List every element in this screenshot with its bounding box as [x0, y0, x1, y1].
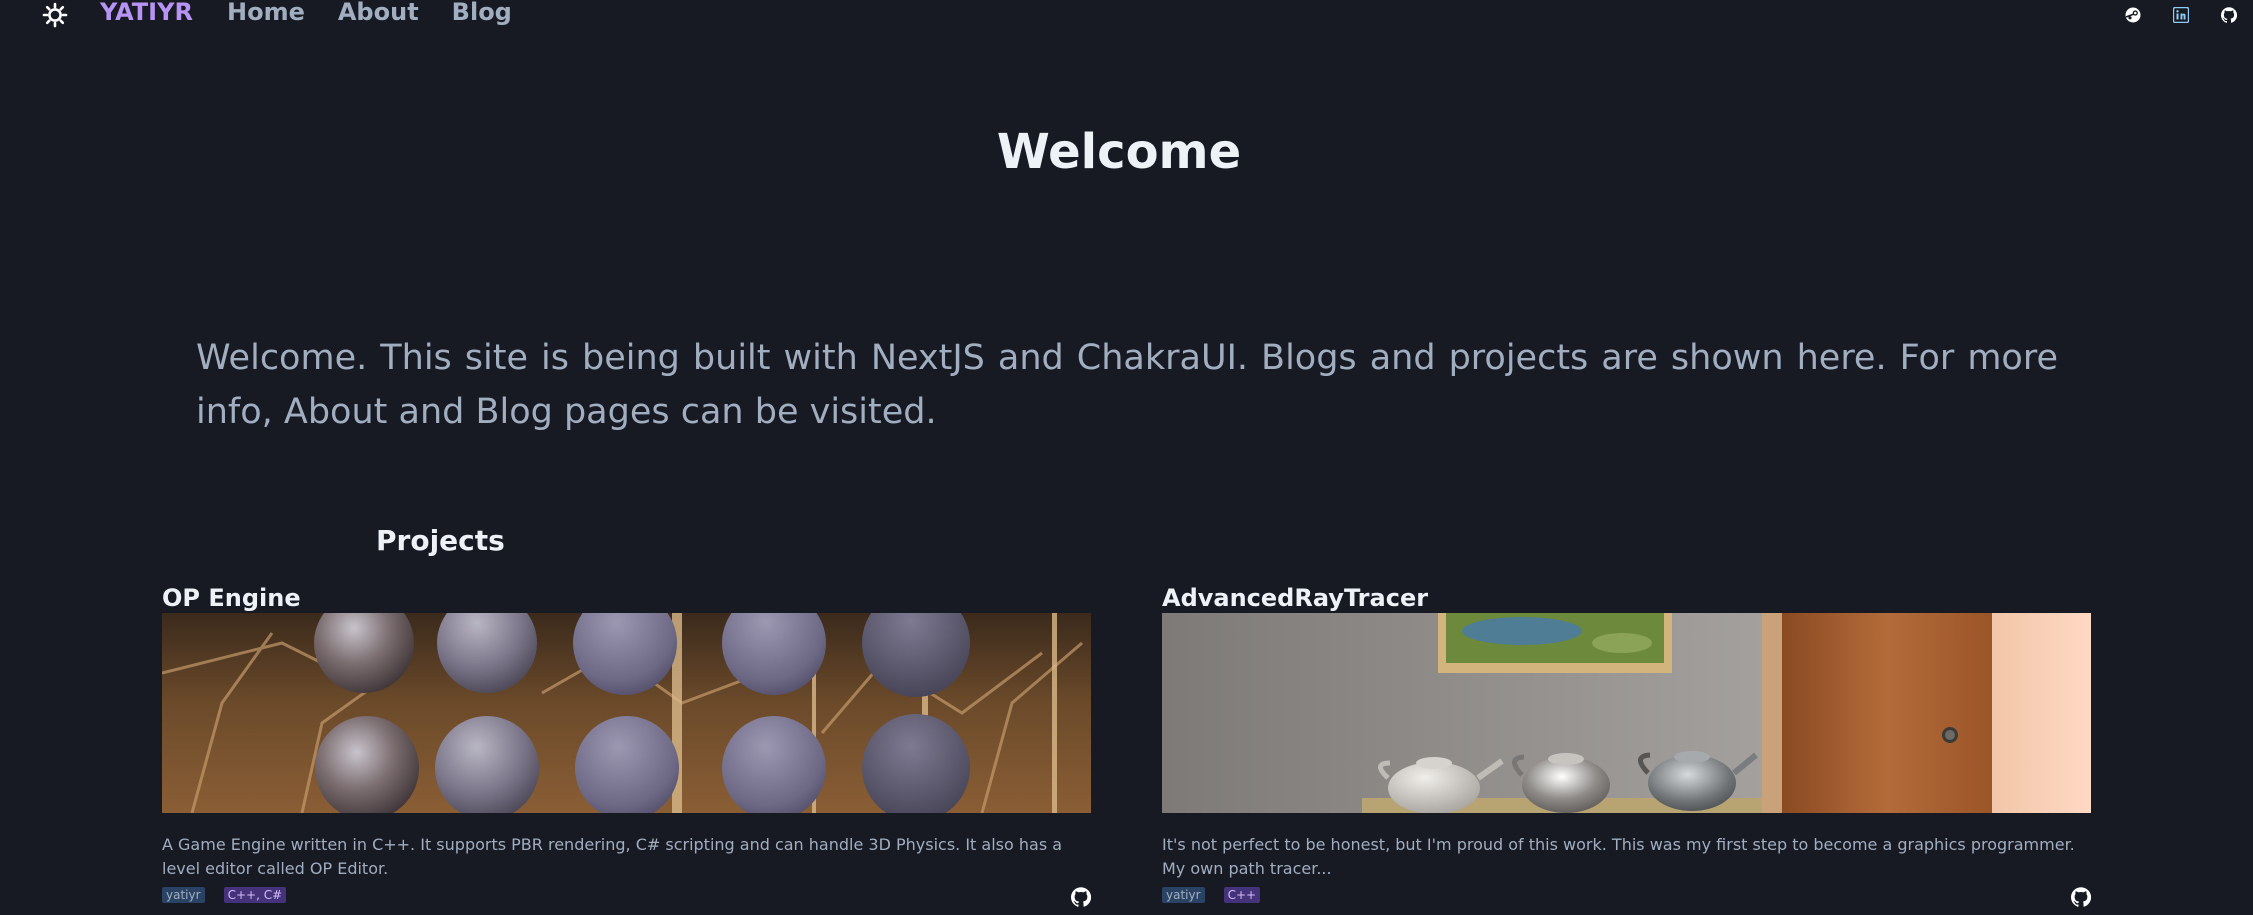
project-title[interactable]: OP Engine	[162, 580, 1091, 613]
language-tag: C++, C#	[223, 887, 287, 903]
project-description: It's not perfect to be honest, but I'm p…	[1162, 835, 2075, 878]
project-footer: yatiyr C++, C#	[162, 885, 1091, 909]
project-thumbnail-op-engine[interactable]	[162, 613, 1091, 813]
steam-link[interactable]	[2109, 1, 2157, 29]
project-title[interactable]: AdvancedRayTracer	[1162, 580, 2091, 613]
linkedin-icon	[2173, 7, 2189, 23]
brand-logo-text[interactable]: YATIYR	[100, 0, 193, 26]
project-card-advanced-ray-tracer: AdvancedRayTracer It's not perfect to be…	[1162, 580, 2091, 915]
intro-paragraph: Welcome. This site is being built with N…	[196, 338, 2058, 432]
sun-icon	[42, 2, 68, 28]
github-icon[interactable]	[2071, 887, 2091, 907]
project-description: A Game Engine written in C++. It support…	[162, 835, 1063, 878]
page-title: Welcome	[996, 124, 1242, 180]
social-links	[2109, 0, 2253, 30]
nav-link-home[interactable]: Home	[227, 0, 305, 26]
nav-link-about[interactable]: About	[338, 0, 419, 26]
author-tag: yatiyr	[1162, 887, 1205, 903]
project-thumbnail-ray-tracer[interactable]	[1162, 613, 2091, 813]
steam-icon	[2125, 7, 2141, 23]
project-footer: yatiyr C++	[1162, 885, 2091, 909]
nav-links: Home About Blog	[227, 0, 545, 26]
nav-link-blog[interactable]: Blog	[452, 0, 512, 26]
project-card-op-engine: OP Engine A Game Engine written in C++. …	[162, 580, 1091, 915]
linkedin-link[interactable]	[2157, 1, 2205, 29]
navbar: YATIYR Home About Blog	[0, 0, 2253, 30]
github-icon	[2221, 7, 2237, 23]
author-tag: yatiyr	[162, 887, 205, 903]
github-icon[interactable]	[1071, 887, 1091, 907]
projects-heading: Projects	[376, 524, 505, 557]
github-link[interactable]	[2205, 1, 2253, 29]
language-tag: C++	[1223, 887, 1261, 903]
theme-toggle-button[interactable]	[40, 1, 70, 29]
